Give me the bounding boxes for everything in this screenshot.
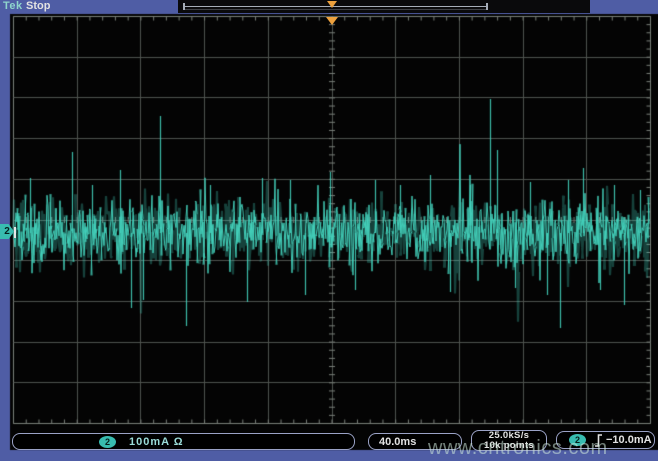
trigger-position-bar-icon xyxy=(327,1,337,8)
timebase-text: 40.0ms xyxy=(379,436,416,448)
trigger-position-marker-icon xyxy=(326,17,338,25)
channel2-badge: 2 xyxy=(99,436,116,448)
channel2-zero-dash xyxy=(14,227,16,238)
tek-logo: Tek xyxy=(3,0,23,12)
channel2-marker-label: 2 xyxy=(4,226,10,237)
waveform-canvas xyxy=(0,0,658,461)
record-right-bracket xyxy=(486,3,488,10)
trigger-level-text: −10.0mA xyxy=(606,434,652,446)
title-bar: Tek Stop xyxy=(0,0,658,14)
channel2-scale-text: 100mA Ω xyxy=(129,436,184,448)
watermark-text: www.cntronics.com xyxy=(428,437,608,460)
record-left-bracket xyxy=(183,3,185,10)
record-line-shadow xyxy=(184,9,486,10)
channel2-scale-readout: 2 100mA Ω xyxy=(12,433,355,450)
acquisition-status: Stop xyxy=(26,0,50,12)
oscilloscope-screen: Tek Stop 2 2 100mA Ω 40.0ms 25.0kS/s 10k… xyxy=(0,0,658,461)
record-view-bar xyxy=(178,0,590,13)
